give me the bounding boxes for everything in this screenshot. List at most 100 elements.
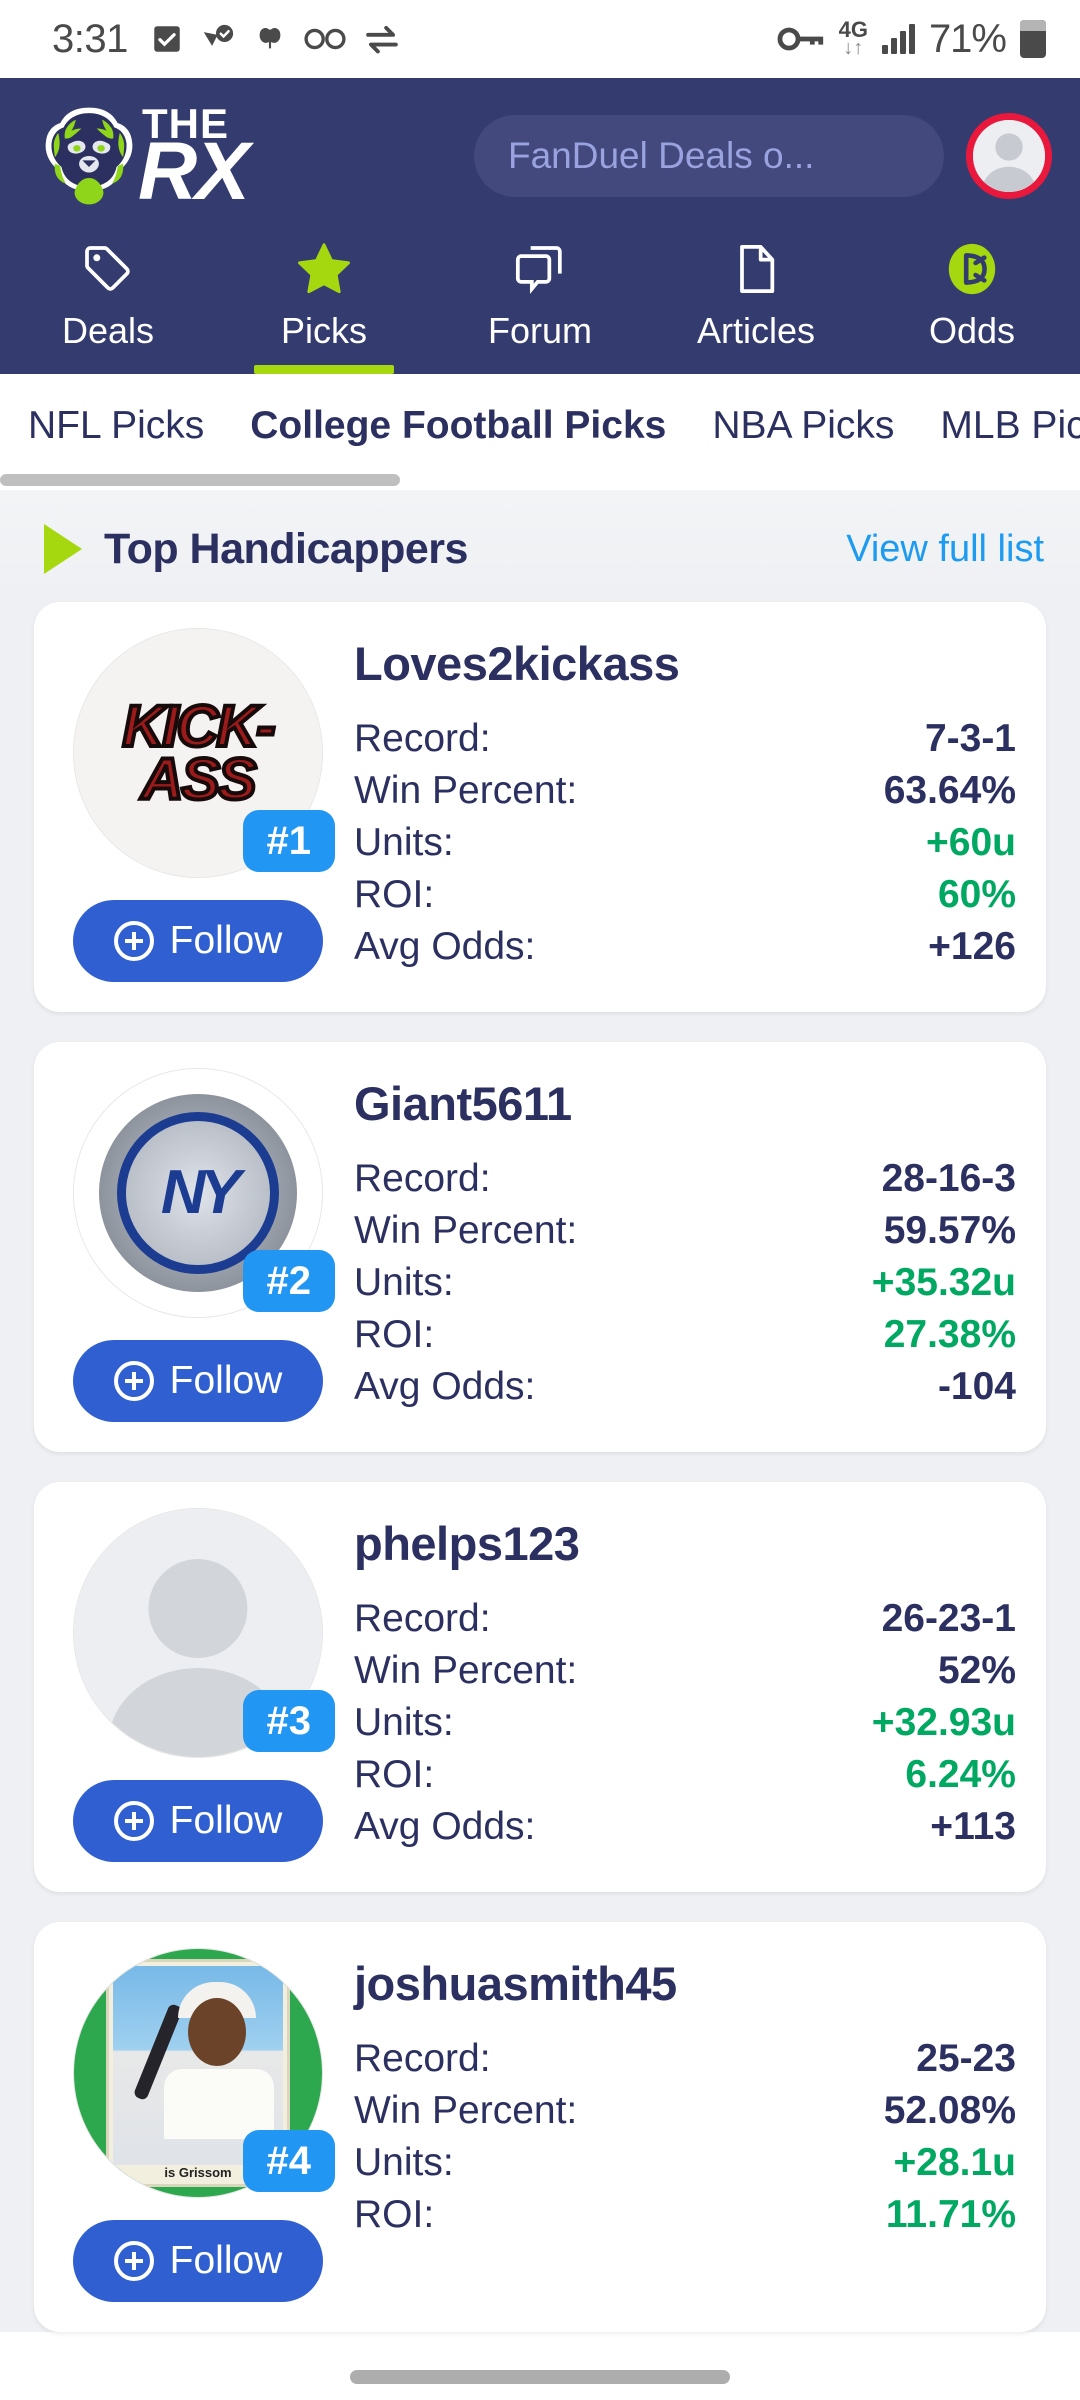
- stat-value-avg-odds: +126: [928, 925, 1016, 968]
- voicemail-icon: [304, 28, 346, 50]
- search-input[interactable]: [508, 135, 984, 177]
- page-title: Top Handicappers: [104, 524, 468, 573]
- header-top-row: THE RX: [0, 86, 1080, 226]
- tab-nfl-picks[interactable]: NFL Picks: [28, 404, 204, 448]
- stat-row-roi: ROI: 6.24%: [354, 1753, 1016, 1797]
- stat-value-record: 7-3-1: [924, 717, 1016, 760]
- follow-button[interactable]: Follow: [73, 2220, 323, 2302]
- plus-circle-icon: [113, 1801, 154, 1841]
- stat-value-roi: 27.38%: [883, 1313, 1016, 1356]
- follow-button[interactable]: Follow: [73, 900, 323, 982]
- main-content: Top Handicappers View full list KICK- AS…: [0, 490, 1080, 2332]
- section-header: Top Handicappers View full list: [0, 490, 1080, 602]
- handicapper-card[interactable]: NY #2 Follow Giant5611 Record: 28-16-3 W…: [34, 1042, 1046, 1452]
- rank-badge: #2: [242, 1250, 335, 1312]
- status-bar-notification-icons: [150, 22, 400, 56]
- handicapper-username[interactable]: Loves2kickass: [354, 636, 1016, 691]
- stat-row-record: Record: 28-16-3: [354, 1157, 1016, 1201]
- nav-item-forum[interactable]: Forum: [432, 230, 648, 374]
- odds-icon: [943, 238, 1001, 300]
- star-icon: [293, 238, 355, 300]
- stat-row-units: Units: +35.32u: [354, 1261, 1016, 1305]
- stat-row-roi: ROI: 60%: [354, 873, 1016, 917]
- status-bar: 3:31 4G ↓↑ 71%: [0, 0, 1080, 78]
- battery-percent-label: 71%: [928, 16, 1007, 61]
- stat-row-roi: ROI: 27.38%: [354, 1313, 1016, 1357]
- category-tabs-bar: NFL Picks College Football Picks NBA Pic…: [0, 374, 1080, 486]
- stat-value-units: +28.1u: [893, 2141, 1016, 2184]
- handicapper-card[interactable]: KICK- ASS #1 Follow Loves2kickass Record…: [34, 602, 1046, 1012]
- stat-value-win-percent: 63.64%: [883, 769, 1016, 812]
- handicapper-card[interactable]: is Grissom #4 Follow joshuasmith45 Recor…: [34, 1922, 1046, 2332]
- stat-value-win-percent: 52.08%: [883, 2089, 1016, 2132]
- stat-value-record: 28-16-3: [881, 1157, 1016, 1200]
- tab-college-football-picks[interactable]: College Football Picks: [250, 404, 666, 448]
- forum-icon: [512, 238, 568, 300]
- stat-label-units: Units:: [354, 1701, 454, 1744]
- nav-label-picks: Picks: [280, 310, 367, 351]
- category-tabs[interactable]: NFL Picks College Football Picks NBA Pic…: [0, 374, 1080, 474]
- battery-icon: [1020, 20, 1046, 58]
- stat-row-record: Record: 7-3-1: [354, 717, 1016, 761]
- site-logo[interactable]: THE RX: [30, 101, 430, 213]
- stat-value-units: +35.32u: [871, 1261, 1016, 1304]
- nav-item-odds[interactable]: Odds: [864, 230, 1080, 374]
- person-icon: [973, 120, 1045, 192]
- stat-row-units: Units: +60u: [354, 821, 1016, 865]
- stat-row-avg-odds: Avg Odds: -104: [354, 1365, 1016, 1409]
- tabs-scrollbar[interactable]: [0, 474, 400, 486]
- search-bar[interactable]: [474, 115, 1025, 197]
- follow-button-label: Follow: [169, 1359, 283, 1402]
- stat-row-units: Units: +28.1u: [354, 2141, 1016, 2185]
- stat-value-record: 25-23: [916, 2037, 1016, 2080]
- stat-label-avg-odds: Avg Odds:: [354, 1805, 536, 1848]
- app-header: THE RX FanDuel Deals o... Deals Picks Fo…: [0, 78, 1080, 374]
- stat-label-roi: ROI:: [354, 873, 435, 916]
- follow-button[interactable]: Follow: [73, 1780, 323, 1862]
- nav-label-articles: Articles: [696, 310, 816, 351]
- follow-button-label: Follow: [169, 919, 283, 962]
- mobile-data-icon: 4G ↓↑: [838, 17, 868, 59]
- stat-value-avg-odds: -104: [937, 1365, 1016, 1408]
- stat-label-units: Units:: [354, 1261, 454, 1304]
- primary-navigation: Deals Picks Forum Articles Odds: [0, 226, 1080, 374]
- nav-label-deals: Deals: [61, 310, 155, 351]
- follow-button-label: Follow: [169, 2239, 283, 2282]
- nav-item-picks[interactable]: Picks: [216, 230, 432, 374]
- status-bar-system-icons: 4G ↓↑ 71%: [777, 17, 1046, 62]
- nav-item-articles[interactable]: Articles: [648, 230, 864, 374]
- stat-row-avg-odds: Avg Odds: +126: [354, 925, 1016, 969]
- avatar-text-line2: ASS: [139, 747, 258, 812]
- tag-icon: [80, 238, 136, 300]
- user-avatar[interactable]: [966, 113, 1052, 199]
- document-icon: [728, 238, 784, 300]
- stat-label-roi: ROI:: [354, 1753, 435, 1796]
- follow-button-label: Follow: [169, 1799, 283, 1842]
- tab-mlb-picks[interactable]: MLB Picks: [940, 404, 1080, 448]
- handicapper-card[interactable]: #3 Follow phelps123 Record: 26-23-1 Win …: [34, 1482, 1046, 1892]
- stat-row-avg-odds: Avg Odds: +113: [354, 1805, 1016, 1849]
- play-triangle-icon: [44, 524, 82, 574]
- stat-label-win-percent: Win Percent:: [354, 769, 578, 812]
- nav-item-deals[interactable]: Deals: [0, 230, 216, 374]
- stat-value-avg-odds: +113: [930, 1805, 1016, 1848]
- handicapper-username[interactable]: Giant5611: [354, 1076, 1016, 1131]
- stat-value-record: 26-23-1: [881, 1597, 1016, 1640]
- stat-label-roi: ROI:: [354, 1313, 435, 1356]
- handicapper-username[interactable]: joshuasmith45: [354, 1956, 1016, 2011]
- handicapper-username[interactable]: phelps123: [354, 1516, 1016, 1571]
- stat-value-units: +32.93u: [871, 1701, 1016, 1744]
- follow-button[interactable]: Follow: [73, 1340, 323, 1422]
- rank-badge: #1: [242, 810, 335, 872]
- vpn-key-icon: [777, 27, 823, 51]
- stat-label-win-percent: Win Percent:: [354, 2089, 578, 2132]
- stat-label-win-percent: Win Percent:: [354, 1209, 578, 1252]
- butterfly-icon: [259, 28, 281, 49]
- avatar-text-line1: KICK-: [120, 693, 277, 759]
- view-full-list-link[interactable]: View full list: [846, 528, 1044, 571]
- stat-row-win-percent: Win Percent: 52%: [354, 1649, 1016, 1693]
- stat-row-win-percent: Win Percent: 52.08%: [354, 2089, 1016, 2133]
- plus-circle-icon: [113, 921, 154, 961]
- tab-nba-picks[interactable]: NBA Picks: [712, 404, 894, 448]
- stat-label-record: Record:: [354, 2037, 491, 2080]
